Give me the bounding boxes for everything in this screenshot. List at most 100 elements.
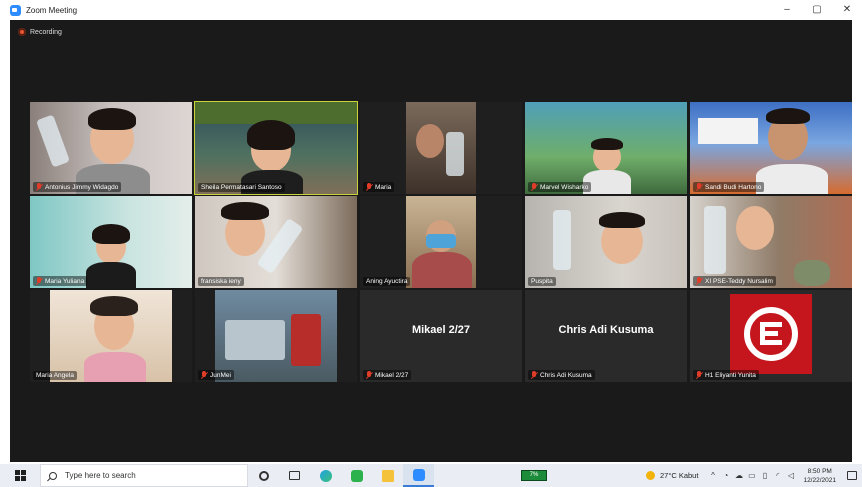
battery-indicator[interactable]: 7% (521, 470, 547, 481)
wifi-icon[interactable]: ◜ (771, 471, 784, 480)
participant-tile[interactable]: Maria Angela (30, 290, 192, 382)
edge-button[interactable] (310, 464, 341, 487)
close-button[interactable]: ✕ (832, 0, 862, 20)
participant-tile[interactable]: Aning Ayuctira (360, 196, 522, 288)
participant-name-tag: Chris Adi Kusuma (528, 370, 595, 380)
participant-hair (88, 108, 136, 130)
taskbar-clock[interactable]: 8:50 PM 12/22/2021 (803, 467, 836, 485)
file-explorer-button[interactable] (372, 464, 403, 487)
face-mask (426, 234, 456, 248)
participant-display-name: Mikael 2/27 (411, 324, 471, 336)
participant-name-tag: Puspita (528, 277, 556, 286)
recording-indicator[interactable]: Recording (18, 28, 62, 36)
video-feed (690, 102, 852, 194)
cortana-button[interactable] (248, 464, 279, 487)
bottle-prop (35, 114, 71, 168)
mic-muted-icon (366, 371, 372, 379)
display-icon[interactable]: ▭ (745, 471, 758, 480)
video-feed (525, 196, 687, 288)
participant-hair (591, 138, 623, 150)
battery-icon[interactable]: ▯ (758, 471, 771, 480)
participant-name-tag: XI PSE-Teddy Nursalim (693, 276, 776, 286)
search-icon (49, 471, 57, 480)
participant-tile[interactable]: Sandi Budi Hartono (690, 102, 852, 194)
participant-name-tag: Mikael 2/27 (363, 370, 412, 380)
participant-tile[interactable]: Puspita (525, 196, 687, 288)
folder-icon (381, 469, 394, 482)
battery-percent: 7% (529, 472, 539, 478)
participant-name-tag: Sheila Permatasari Santoso (198, 183, 285, 192)
video-feed (30, 196, 192, 288)
mic-muted-icon (36, 277, 42, 285)
mic-muted-icon (696, 277, 702, 285)
participant-face (416, 124, 444, 158)
minimize-button[interactable]: – (772, 0, 802, 20)
video-feed (195, 102, 357, 194)
participant-tile-active-speaker[interactable]: Sheila Permatasari Santoso (194, 101, 358, 195)
mic-muted-icon (531, 183, 537, 191)
participant-tile-no-video[interactable]: Mikael 2/27 Mikael 2/27 (360, 290, 522, 382)
plant-prop (794, 260, 830, 286)
participant-name-tag: Maria (363, 182, 395, 192)
start-button[interactable] (0, 464, 40, 487)
shelf-prop (225, 320, 285, 360)
participant-tile[interactable]: Maria (360, 102, 522, 194)
participant-name-tag: fransiska ieny (198, 277, 244, 286)
participant-tile-avatar[interactable]: H1 Eliyanti Yunita (690, 290, 852, 382)
volume-icon[interactable]: ◁ (784, 471, 797, 480)
task-view-button[interactable] (279, 464, 310, 487)
task-view-icon (289, 471, 300, 480)
line-app-button[interactable] (341, 464, 372, 487)
participant-name-tag: Sandi Budi Hartono (693, 182, 765, 192)
circle-icon (258, 470, 269, 481)
zoom-icon (412, 468, 425, 481)
record-icon (18, 28, 26, 36)
participant-display-name: Chris Adi Kusuma (558, 324, 654, 336)
participant-hair (247, 120, 295, 150)
line-icon (350, 469, 363, 482)
participant-name-tag: JunMei (198, 370, 234, 380)
video-feed (195, 290, 357, 382)
participant-tile-no-video[interactable]: Chris Adi Kusuma Chris Adi Kusuma (525, 290, 687, 382)
recording-label: Recording (30, 28, 62, 36)
zoom-taskbar-button[interactable] (403, 464, 434, 487)
meeting-area: Recording Antonius Jimmy Widagdo Sheila … (10, 20, 852, 462)
participant-tile[interactable]: Marvel Wisharko (525, 102, 687, 194)
participant-tile[interactable]: XI PSE-Teddy Nursalim (690, 196, 852, 288)
video-feed (360, 102, 522, 194)
mic-muted-icon (36, 183, 42, 191)
taskbar-search-box[interactable]: Type here to search (40, 464, 248, 487)
participant-name-tag: H1 Eliyanti Yunita (693, 370, 759, 380)
window-title: Zoom Meeting (26, 5, 78, 15)
participant-face (736, 206, 774, 250)
participant-body (412, 252, 472, 288)
participant-body (84, 352, 146, 382)
maximize-button[interactable]: ▢ (802, 0, 832, 20)
participant-hair (90, 296, 138, 316)
mic-muted-icon (696, 183, 702, 191)
participant-hair (92, 224, 130, 244)
notification-icon (847, 471, 857, 480)
participant-hair (766, 108, 810, 124)
search-placeholder: Type here to search (65, 471, 136, 480)
participant-body (756, 164, 828, 194)
weather-text: 27°C Kabut (660, 471, 699, 480)
participant-tile[interactable]: Maria Yuliana (30, 196, 192, 288)
windows-taskbar: Type here to search 7% 27°C Kabut ^ ◔ ☁ … (0, 464, 862, 487)
weather-widget[interactable]: 27°C Kabut (646, 471, 698, 480)
mic-muted-icon (696, 371, 702, 379)
participant-tile[interactable]: JunMei (195, 290, 357, 382)
network-icon[interactable]: ◔ (719, 471, 732, 480)
avatar (730, 294, 812, 374)
slide-banner (698, 118, 758, 144)
participant-tile[interactable]: Antonius Jimmy Widagdo (30, 102, 192, 194)
clock-time: 8:50 PM (807, 467, 832, 475)
chevron-up-icon[interactable]: ^ (706, 471, 719, 480)
participant-name-tag: Aning Ayuctira (363, 277, 411, 286)
cloud-icon[interactable]: ☁ (732, 471, 745, 480)
participant-tile[interactable]: fransiska ieny (195, 196, 357, 288)
video-feed (690, 196, 852, 288)
notification-center-button[interactable] (842, 464, 862, 487)
weather-icon (646, 471, 655, 480)
zoom-app-icon (10, 4, 21, 16)
